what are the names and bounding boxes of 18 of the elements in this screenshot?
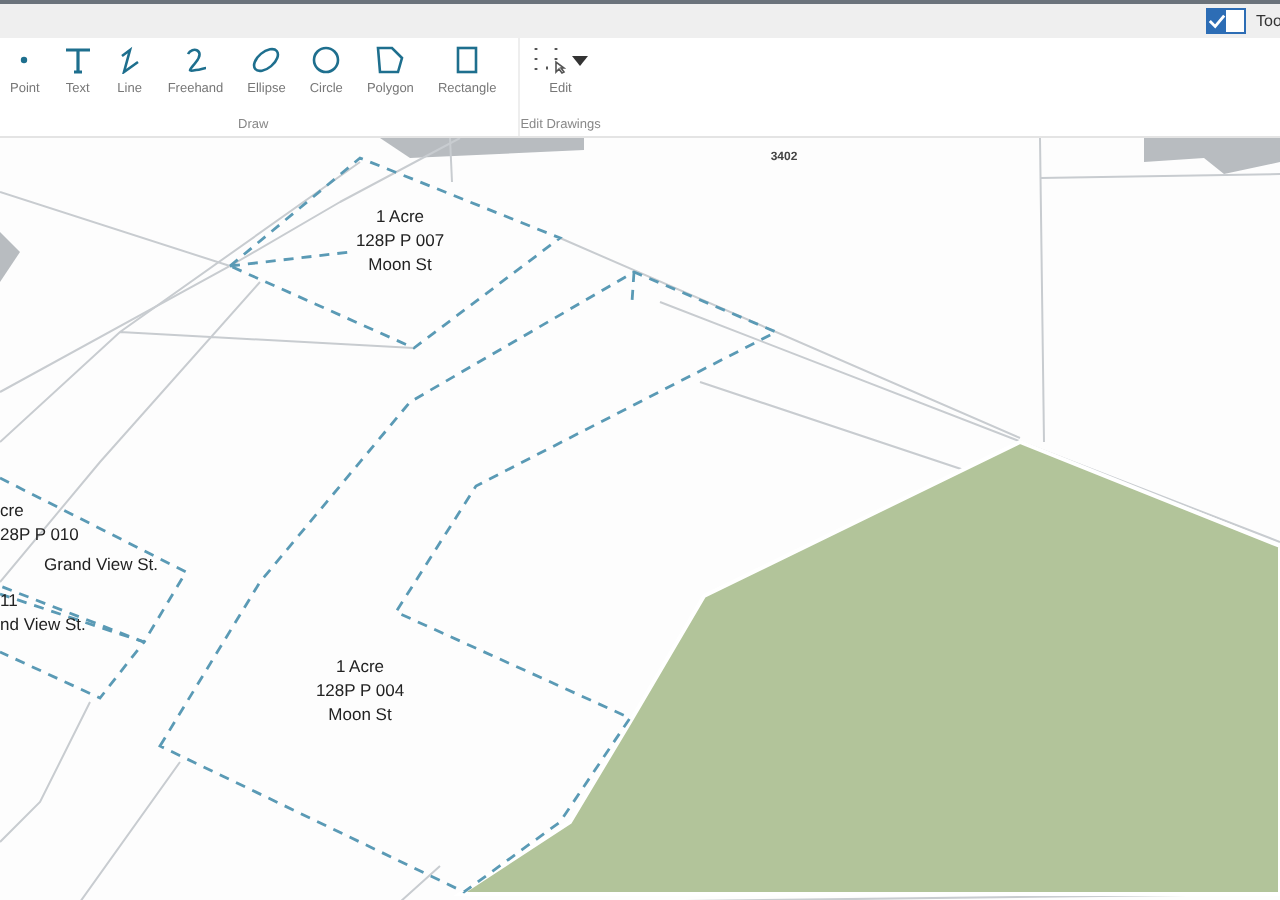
rectangle-icon — [456, 46, 479, 74]
polygon-icon — [376, 46, 405, 74]
street-label: Grand View St. — [44, 554, 159, 574]
point-icon — [20, 56, 29, 64]
caret-icon[interactable] — [571, 55, 588, 65]
checkmark-icon — [1208, 12, 1226, 30]
ellipse-icon — [250, 46, 283, 74]
checkbox[interactable] — [1206, 8, 1246, 34]
parcel-label: 1 Acre 128P P 007 Moon St — [355, 206, 445, 274]
edit-vertices-icon — [533, 46, 566, 74]
parcel-label: cre 28P P 010 — [0, 500, 79, 544]
parcel-label: 1 Acre 128P P 004 Moon St — [315, 656, 405, 724]
freehand-icon — [183, 46, 208, 74]
text-icon — [63, 46, 92, 74]
line-icon — [119, 46, 140, 74]
parcel-label: 11 nd View St. — [0, 590, 86, 634]
building-shape — [0, 232, 20, 282]
circle-icon — [312, 46, 341, 74]
